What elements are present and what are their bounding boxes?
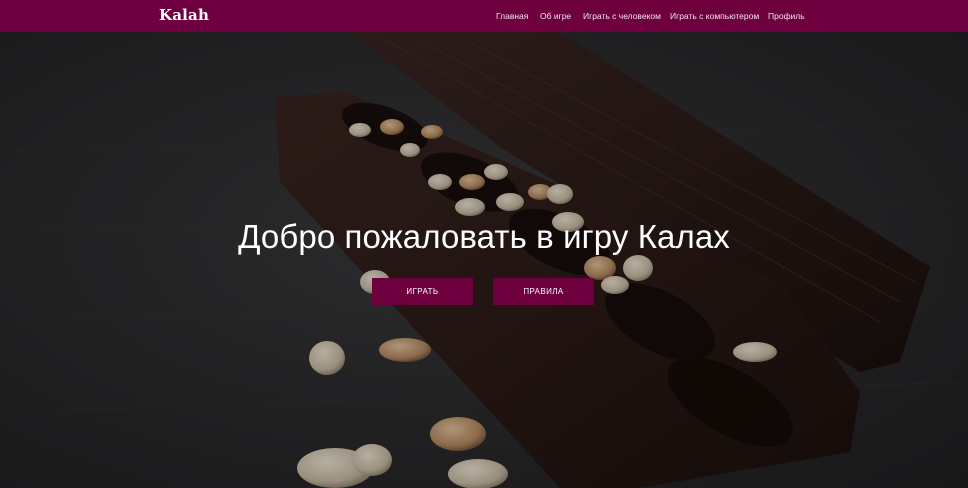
brand-logo[interactable]: Kalah: [159, 6, 209, 24]
hero-title: Добро пожаловать в игру Калах: [238, 218, 730, 255]
nav-item-about[interactable]: Об игре: [540, 11, 571, 21]
hero-background-image: [0, 32, 968, 488]
hero-section: Добро пожаловать в игру Калах ИГРАТЬ ПРА…: [0, 32, 968, 488]
nav-item-play-human[interactable]: Играть с человеком: [583, 11, 661, 21]
nav-item-home[interactable]: Главная: [496, 11, 528, 21]
play-button[interactable]: ИГРАТЬ: [372, 278, 473, 305]
rules-button[interactable]: ПРАВИЛА: [493, 278, 594, 305]
top-navbar: Kalah Главная Об игре Играть с человеком…: [0, 0, 968, 32]
nav-item-profile[interactable]: Профиль: [768, 11, 805, 21]
nav-item-play-computer[interactable]: Играть с компьютером: [670, 11, 759, 21]
